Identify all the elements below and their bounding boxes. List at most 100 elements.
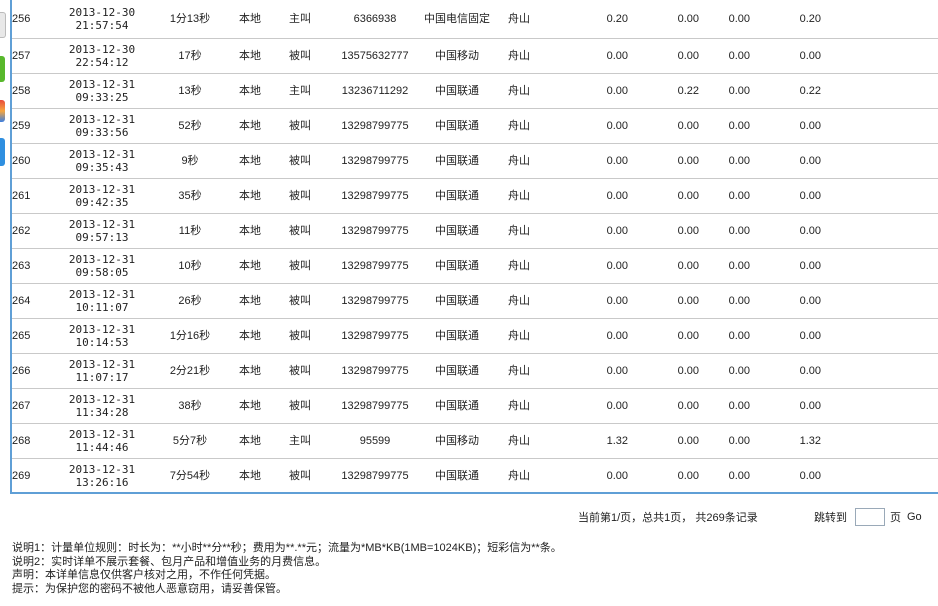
call-datetime: 2013-12-31 09:42:35 [54,178,150,214]
fee-other: 0.00 [699,0,750,39]
fee-basic: 0.00 [544,388,628,424]
carrier: 中国联通 [420,388,494,424]
fee-other: 0.00 [699,248,750,284]
call-location: 本地 [230,73,270,109]
side-widget-blue-tab[interactable] [0,138,5,166]
call-datetime: 2013-12-30 22:54:12 [54,38,150,74]
carrier: 中国联通 [420,318,494,354]
side-toolbar [0,0,8,200]
row-index: 264 [12,283,54,319]
fee-total: 0.22 [750,73,821,109]
call-time: 10:14:53 [75,336,129,349]
call-datetime: 2013-12-31 09:33:25 [54,73,150,109]
call-type: 被叫 [270,143,330,179]
fee-basic: 0.00 [544,108,628,144]
call-city: 舟山 [494,458,544,492]
call-datetime: 2013-12-30 21:57:54 [54,0,150,39]
call-datetime: 2013-12-31 10:11:07 [54,283,150,319]
call-datetime: 2013-12-31 09:57:13 [54,213,150,249]
call-date: 2013-12-31 [68,288,136,301]
call-time: 10:11:07 [75,301,129,314]
call-duration: 7分54秒 [150,458,230,492]
row-spacer [821,178,938,214]
call-city: 舟山 [494,73,544,109]
row-spacer [821,73,938,109]
call-location: 本地 [230,318,270,354]
call-duration: 35秒 [150,178,230,214]
fee-basic: 0.00 [544,458,628,492]
go-button[interactable]: Go [907,511,922,523]
call-city: 舟山 [494,283,544,319]
call-location: 本地 [230,108,270,144]
carrier: 中国移动 [420,423,494,459]
fee-other: 0.00 [699,178,750,214]
fee-other: 0.00 [699,318,750,354]
call-time: 21:57:54 [75,19,129,32]
carrier: 中国移动 [420,38,494,74]
call-location: 本地 [230,213,270,249]
fee-basic: 0.00 [544,178,628,214]
call-date: 2013-12-31 [68,78,136,91]
call-time: 11:44:46 [75,441,129,454]
call-location: 本地 [230,458,270,492]
other-party-number: 13298799775 [330,248,420,284]
other-party-number: 13298799775 [330,458,420,492]
page-jump: 跳转到 页 Go [814,508,922,526]
call-datetime: 2013-12-31 09:58:05 [54,248,150,284]
fee-total: 0.00 [750,178,821,214]
table-row: 257 2013-12-30 22:54:12 17秒 本地 被叫 13575632777 中… [12,38,938,74]
call-city: 舟山 [494,423,544,459]
call-duration: 13秒 [150,73,230,109]
fee-total: 0.00 [750,353,821,389]
call-duration: 17秒 [150,38,230,74]
fee-other: 0.00 [699,283,750,319]
fee-other: 0.00 [699,388,750,424]
other-party-number: 13236711292 [330,73,420,109]
fee-long-distance: 0.00 [628,388,699,424]
fee-long-distance: 0.00 [628,318,699,354]
side-widget-tab[interactable] [0,12,6,38]
table-row: 266 2013-12-31 11:07:17 2分21秒 本地 被叫 1329879977… [12,353,938,389]
other-party-number: 95599 [330,423,420,459]
table-row: 269 2013-12-31 13:26:16 7分54秒 本地 被叫 1329879977… [12,458,938,492]
call-duration: 1分13秒 [150,0,230,39]
call-type: 被叫 [270,283,330,319]
fee-total: 0.00 [750,458,821,492]
call-location: 本地 [230,283,270,319]
call-date: 2013-12-31 [68,428,136,441]
call-date: 2013-12-31 [68,463,136,476]
note-line: 声明：本详单信息仅供客户核对之用，不作任何凭据。 [12,569,276,581]
other-party-number: 6366938 [330,0,420,39]
table-row: 258 2013-12-31 09:33:25 13秒 本地 主叫 13236711292 中… [12,73,938,109]
fee-total: 0.20 [750,0,821,39]
call-type: 被叫 [270,38,330,74]
carrier: 中国联通 [420,73,494,109]
row-spacer [821,388,938,424]
fee-total: 0.00 [750,108,821,144]
call-location: 本地 [230,38,270,74]
note-line: 说明1：计量单位规则：时长为：**小时**分**秒；费用为**.**元；流量为*… [12,542,562,554]
call-date: 2013-12-31 [68,358,136,371]
note-line: 提示：为保护您的密码不被他人恶意窃用，请妥善保管。 [12,582,287,595]
fee-other: 0.00 [699,423,750,459]
fee-total: 0.00 [750,318,821,354]
call-date: 2013-12-30 [68,6,136,19]
call-type: 被叫 [270,248,330,284]
row-spacer [821,423,938,459]
side-widget-color-tab[interactable] [0,100,5,122]
side-widget-green-tab[interactable] [0,56,5,82]
fee-basic: 0.00 [544,318,628,354]
call-datetime: 2013-12-31 13:26:16 [54,458,150,492]
row-index: 266 [12,353,54,389]
fee-basic: 0.00 [544,283,628,319]
row-spacer [821,0,938,39]
row-index: 268 [12,423,54,459]
row-index: 257 [12,38,54,74]
row-index: 263 [12,248,54,284]
page-number-input[interactable] [855,508,885,526]
carrier: 中国电信固定 [420,0,494,39]
row-spacer [821,283,938,319]
fee-total: 0.00 [750,388,821,424]
fee-long-distance: 0.00 [628,248,699,284]
call-datetime: 2013-12-31 11:44:46 [54,423,150,459]
